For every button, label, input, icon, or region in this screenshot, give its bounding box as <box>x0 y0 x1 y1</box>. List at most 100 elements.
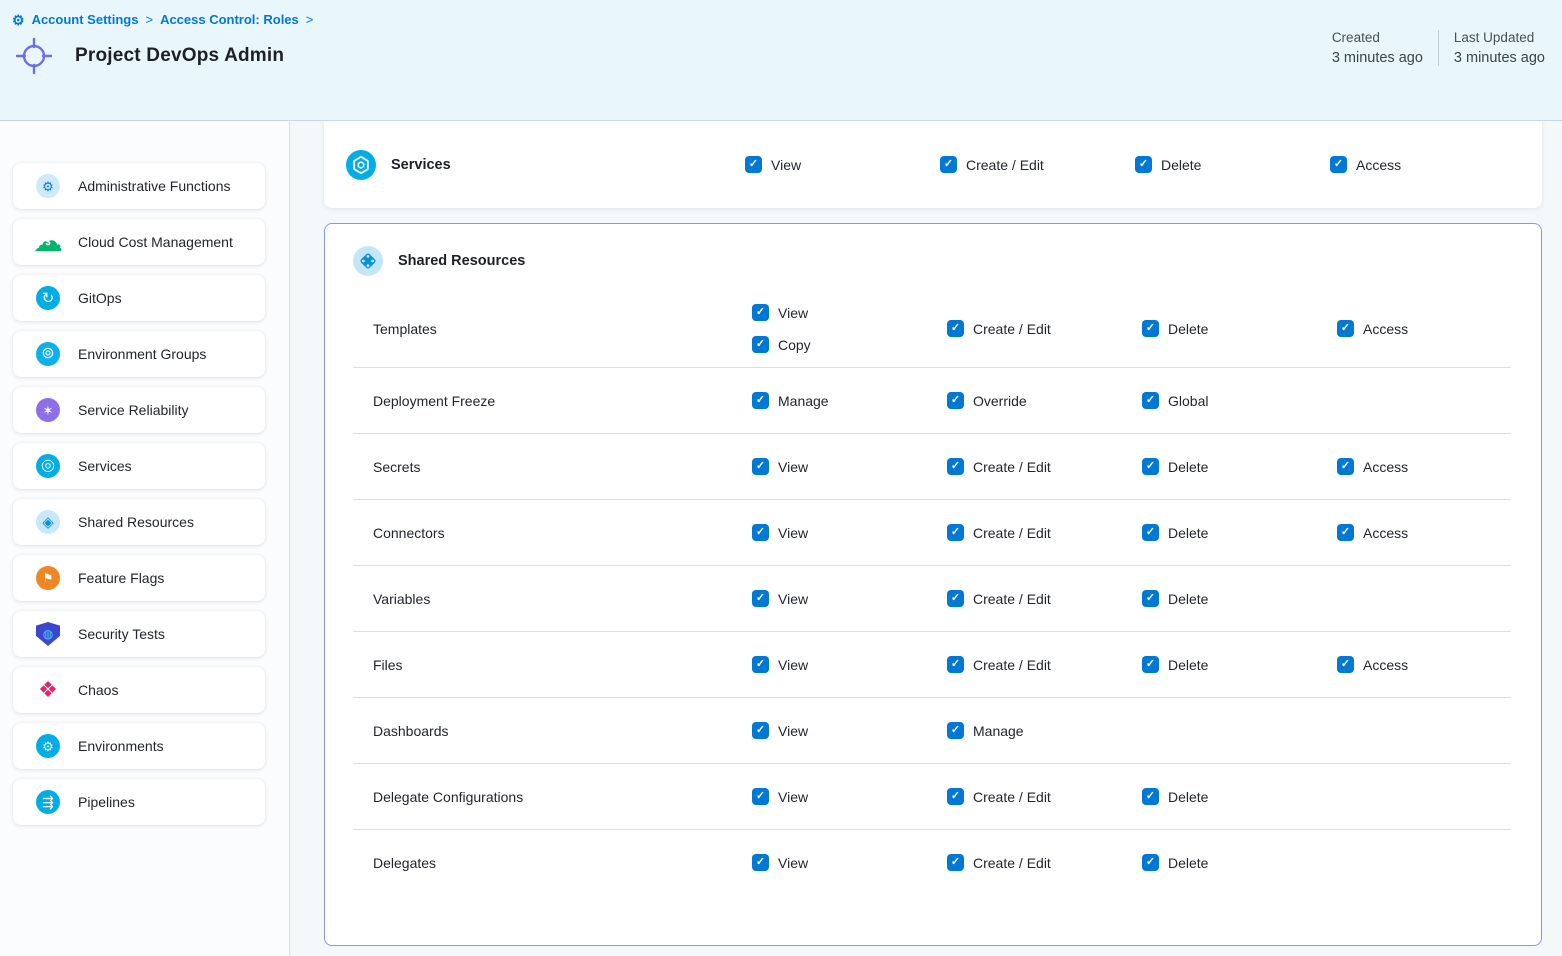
checkbox-override[interactable]: ✓ Override <box>947 392 1142 409</box>
checkbox-checked-icon[interactable]: ✓ <box>1142 392 1159 409</box>
checkbox-checked-icon[interactable]: ✓ <box>752 656 769 673</box>
checkbox-delete[interactable]: ✓ Delete <box>1135 156 1330 173</box>
checkbox-global[interactable]: ✓ Global <box>1142 392 1337 409</box>
permission-cell: ✓ Create / Edit <box>947 840 1142 885</box>
checkbox-checked-icon[interactable]: ✓ <box>947 656 964 673</box>
checkbox-checked-icon[interactable]: ✓ <box>947 458 964 475</box>
checkbox-manage[interactable]: ✓ Manage <box>947 722 1142 739</box>
checkbox-checked-icon[interactable]: ✓ <box>752 336 769 353</box>
sidebar-item-feature-flags[interactable]: ⚑ Feature Flags <box>13 555 265 601</box>
permission-cell: ✓ Create / Edit <box>947 642 1142 687</box>
permission-label: Delete <box>1168 855 1208 871</box>
checkbox-checked-icon[interactable]: ✓ <box>1337 656 1354 673</box>
checkbox-delete[interactable]: ✓ Delete <box>1142 854 1337 871</box>
checkbox-view[interactable]: ✓ View <box>752 590 947 607</box>
checkbox-create-edit[interactable]: ✓ Create / Edit <box>940 156 1135 173</box>
sidebar-item-environment-groups[interactable]: ⊚ Environment Groups <box>13 331 265 377</box>
checkbox-checked-icon[interactable]: ✓ <box>1142 320 1159 337</box>
checkbox-delete[interactable]: ✓ Delete <box>1142 458 1337 475</box>
checkbox-access[interactable]: ✓ Access <box>1337 524 1511 541</box>
permission-label: Create / Edit <box>973 657 1051 673</box>
checkbox-view[interactable]: ✓ View <box>752 304 947 321</box>
checkbox-checked-icon[interactable]: ✓ <box>752 304 769 321</box>
checkbox-checked-icon[interactable]: ✓ <box>745 156 762 173</box>
permission-cell: ✓ Override <box>947 378 1142 423</box>
checkbox-checked-icon[interactable]: ✓ <box>947 722 964 739</box>
role-title-row: Project DevOps Admin <box>12 36 1545 76</box>
checkbox-create-edit[interactable]: ✓ Create / Edit <box>947 590 1142 607</box>
checkbox-create-edit[interactable]: ✓ Create / Edit <box>947 788 1142 805</box>
breadcrumb-access-control-roles[interactable]: Access Control: Roles <box>160 12 299 27</box>
checkbox-checked-icon[interactable]: ✓ <box>752 788 769 805</box>
checkbox-checked-icon[interactable]: ✓ <box>752 590 769 607</box>
checkbox-checked-icon[interactable]: ✓ <box>1135 156 1152 173</box>
permission-cell: ✓ View <box>752 444 947 489</box>
permission-label: Access <box>1363 321 1408 337</box>
shared-resources-rows: Templates ✓ View ✓ Copy ✓ Create / Edit … <box>353 290 1511 895</box>
checkbox-checked-icon[interactable]: ✓ <box>947 854 964 871</box>
permission-cell: ✓ Create / Edit <box>947 510 1142 555</box>
sidebar-item-services[interactable]: ◎ Services <box>13 443 265 489</box>
checkbox-create-edit[interactable]: ✓ Create / Edit <box>947 524 1142 541</box>
sidebar-item-security-tests[interactable]: ◍ Security Tests <box>13 611 265 657</box>
sidebar-item-pipelines[interactable]: ⇶ Pipelines <box>13 779 265 825</box>
checkbox-create-edit[interactable]: ✓ Create / Edit <box>947 458 1142 475</box>
checkbox-view[interactable]: ✓ View <box>752 788 947 805</box>
checkbox-checked-icon[interactable]: ✓ <box>1337 524 1354 541</box>
checkbox-delete[interactable]: ✓ Delete <box>1142 656 1337 673</box>
checkbox-checked-icon[interactable]: ✓ <box>1330 156 1347 173</box>
checkbox-access[interactable]: ✓ Access <box>1337 458 1511 475</box>
checkbox-checked-icon[interactable]: ✓ <box>1142 656 1159 673</box>
permission-label: View <box>778 855 808 871</box>
checkbox-checked-icon[interactable]: ✓ <box>752 458 769 475</box>
permission-cell: ✓ Create / Edit <box>940 142 1135 187</box>
sidebar-item-environments[interactable]: ⚙ Environments <box>13 723 265 769</box>
checkbox-checked-icon[interactable]: ✓ <box>947 590 964 607</box>
sidebar-item-cloud-cost-management[interactable]: ☁$ Cloud Cost Management <box>13 219 265 265</box>
checkbox-checked-icon[interactable]: ✓ <box>947 524 964 541</box>
checkbox-checked-icon[interactable]: ✓ <box>752 854 769 871</box>
checkbox-delete[interactable]: ✓ Delete <box>1142 524 1337 541</box>
sidebar-item-gitops[interactable]: ↻ GitOps <box>13 275 265 321</box>
checkbox-create-edit[interactable]: ✓ Create / Edit <box>947 320 1142 337</box>
checkbox-access[interactable]: ✓ Access <box>1330 156 1512 173</box>
breadcrumb-account-settings[interactable]: Account Settings <box>32 12 139 27</box>
permission-label: Access <box>1363 657 1408 673</box>
sidebar-item-service-reliability[interactable]: ✶ Service Reliability <box>13 387 265 433</box>
checkbox-view[interactable]: ✓ View <box>752 722 947 739</box>
checkbox-manage[interactable]: ✓ Manage <box>752 392 947 409</box>
checkbox-copy[interactable]: ✓ Copy <box>752 336 947 353</box>
checkbox-checked-icon[interactable]: ✓ <box>947 392 964 409</box>
permission-label: View <box>778 305 808 321</box>
checkbox-checked-icon[interactable]: ✓ <box>1142 788 1159 805</box>
checkbox-checked-icon[interactable]: ✓ <box>1337 458 1354 475</box>
checkbox-view[interactable]: ✓ View <box>745 156 940 173</box>
checkbox-checked-icon[interactable]: ✓ <box>1142 524 1159 541</box>
checkbox-checked-icon[interactable]: ✓ <box>752 392 769 409</box>
checkbox-create-edit[interactable]: ✓ Create / Edit <box>947 854 1142 871</box>
sidebar-item-shared-resources[interactable]: ◈ Shared Resources <box>13 499 265 545</box>
checkbox-create-edit[interactable]: ✓ Create / Edit <box>947 656 1142 673</box>
checkbox-checked-icon[interactable]: ✓ <box>752 524 769 541</box>
checkbox-view[interactable]: ✓ View <box>752 854 947 871</box>
checkbox-delete[interactable]: ✓ Delete <box>1142 590 1337 607</box>
created-meta: Created 3 minutes ago <box>1332 30 1423 66</box>
checkbox-view[interactable]: ✓ View <box>752 524 947 541</box>
resource-name: Templates <box>353 321 752 337</box>
checkbox-access[interactable]: ✓ Access <box>1337 656 1511 673</box>
checkbox-view[interactable]: ✓ View <box>752 458 947 475</box>
checkbox-checked-icon[interactable]: ✓ <box>1142 590 1159 607</box>
checkbox-view[interactable]: ✓ View <box>752 656 947 673</box>
checkbox-checked-icon[interactable]: ✓ <box>1337 320 1354 337</box>
checkbox-access[interactable]: ✓ Access <box>1337 320 1511 337</box>
checkbox-checked-icon[interactable]: ✓ <box>752 722 769 739</box>
checkbox-delete[interactable]: ✓ Delete <box>1142 320 1337 337</box>
checkbox-checked-icon[interactable]: ✓ <box>947 320 964 337</box>
checkbox-checked-icon[interactable]: ✓ <box>1142 854 1159 871</box>
checkbox-checked-icon[interactable]: ✓ <box>940 156 957 173</box>
checkbox-checked-icon[interactable]: ✓ <box>947 788 964 805</box>
checkbox-checked-icon[interactable]: ✓ <box>1142 458 1159 475</box>
sidebar-item-administrative-functions[interactable]: ⚙ Administrative Functions <box>13 163 265 209</box>
checkbox-delete[interactable]: ✓ Delete <box>1142 788 1337 805</box>
sidebar-item-chaos[interactable]: ❖ Chaos <box>13 667 265 713</box>
